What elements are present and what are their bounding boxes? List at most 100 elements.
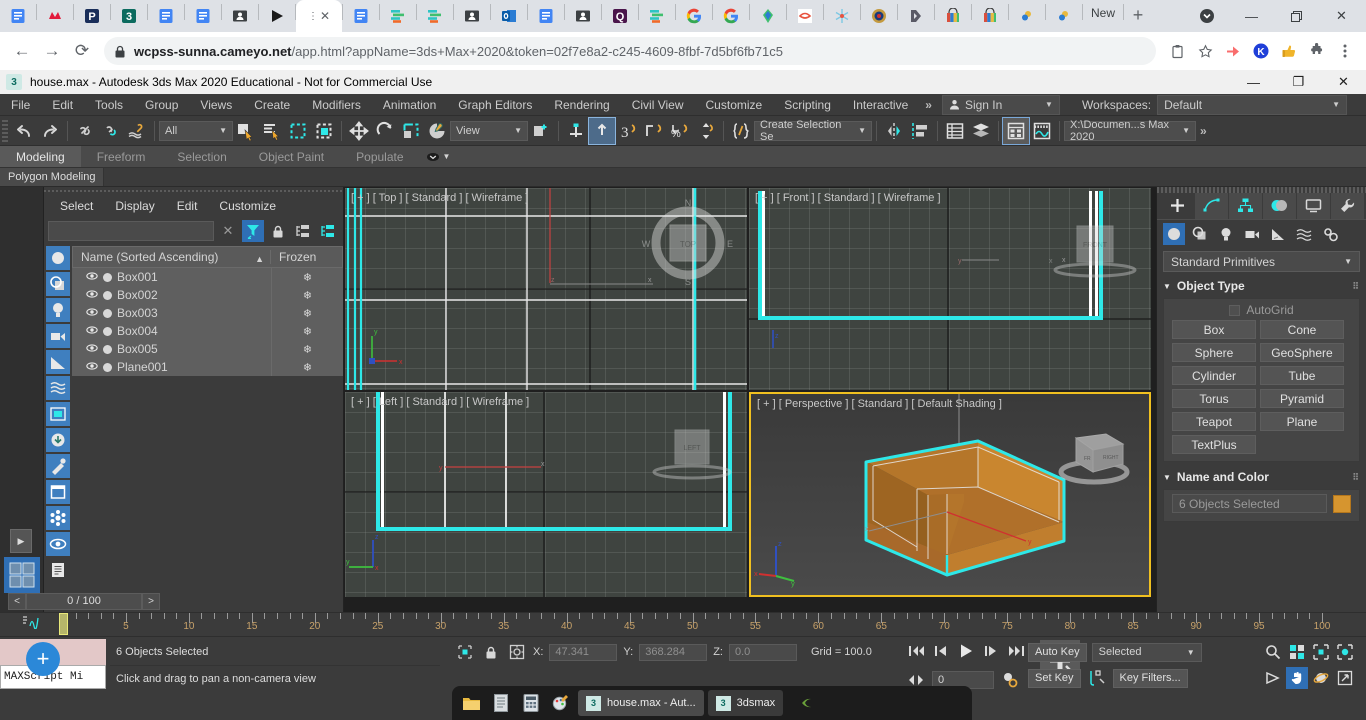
eye-icon[interactable] (86, 288, 98, 303)
prev-frame-icon[interactable] (930, 640, 952, 662)
list-view-icon[interactable] (46, 558, 70, 582)
select-and-place-icon[interactable] (424, 118, 450, 144)
modify-tab[interactable] (1195, 193, 1228, 219)
coord-y-field[interactable]: 368.284 (639, 643, 708, 661)
menu-item-group[interactable]: Group (134, 94, 189, 116)
bookmark-star-icon[interactable] (1192, 38, 1218, 64)
row-name-cell[interactable]: Box003 (72, 304, 271, 322)
browser-tab[interactable] (639, 0, 675, 32)
browser-tab[interactable] (148, 0, 184, 32)
prev-frame-button[interactable]: < (8, 592, 26, 610)
reference-coordinate-system-dropdown[interactable]: View ▼ (450, 120, 528, 141)
ribbon-tab-object-paint[interactable]: Object Paint (243, 146, 340, 167)
browser-tab[interactable] (861, 0, 897, 32)
go-to-end-icon[interactable] (1005, 640, 1027, 662)
viewport-front[interactable]: y x z FRONT x [ + ] [ Front] [Standard… (749, 188, 1151, 390)
sign-in-button[interactable]: Sign In ▼ (941, 94, 1060, 115)
menu-item-create[interactable]: Create (243, 94, 301, 116)
menu-item-animation[interactable]: Animation (372, 94, 447, 116)
cameras-filter-icon[interactable] (46, 324, 70, 348)
bind-to-space-warp-icon[interactable] (124, 118, 150, 144)
absolute-relative-mode-icon[interactable] (507, 642, 527, 662)
object-button-geosphere[interactable]: GeoSphere (1260, 343, 1344, 362)
select-and-link-icon[interactable] (72, 118, 98, 144)
auto-key-button[interactable]: Auto Key (1028, 642, 1087, 662)
viewport-top[interactable]: z x y x TOP N S E W [+] [Top] [Stan… (345, 188, 747, 390)
edit-named-selection-sets-icon[interactable] (728, 118, 754, 144)
coord-x-field[interactable]: 47.341 (549, 643, 618, 661)
object-button-teapot[interactable]: Teapot (1172, 412, 1256, 431)
track-view-icon[interactable] (22, 615, 42, 629)
browser-tab[interactable] (750, 0, 786, 32)
menu-item-edit[interactable]: Edit (41, 94, 84, 116)
visibility-filter-icon[interactable] (46, 532, 70, 556)
project-folder-dropdown[interactable]: X:\Documen...s Max 2020 ▼ (1064, 119, 1196, 143)
row-name-cell[interactable]: Box002 (72, 286, 271, 304)
menu-item-scripting[interactable]: Scripting (773, 94, 842, 116)
window-crossing-toggle-icon[interactable] (311, 118, 337, 144)
next-frame-icon[interactable] (980, 640, 1002, 662)
zoom-all-icon[interactable] (1286, 641, 1308, 663)
helpers-filter-icon[interactable] (46, 350, 70, 374)
viewport-left[interactable]: y x z y x LEFT [+] [Left] [Standard… (345, 392, 747, 597)
row-frozen-cell[interactable]: ❄ (271, 304, 343, 322)
scene-explorer-menu-customize[interactable]: Customize (219, 199, 276, 213)
browser-tab[interactable] (417, 0, 453, 32)
redo-icon[interactable] (37, 118, 63, 144)
notepad-icon[interactable] (488, 690, 514, 716)
key-filter-selection-dropdown[interactable]: Selected ▼ (1091, 642, 1202, 662)
panel-grip[interactable] (44, 187, 343, 194)
new-tab-button[interactable]: + (1124, 1, 1152, 29)
browser-tab[interactable] (454, 0, 490, 32)
browser-tab[interactable] (713, 0, 749, 32)
object-button-cone[interactable]: Cone (1260, 320, 1344, 339)
particle-filter-icon[interactable] (46, 506, 70, 530)
groups-filter-icon[interactable] (46, 402, 70, 426)
viewport-top-label[interactable]: [ + ] [ Top ] [ Standard ] [ Wireframe ] (351, 192, 528, 204)
object-button-cylinder[interactable]: Cylinder (1172, 366, 1256, 385)
row-name-cell[interactable]: Box004 (72, 322, 271, 340)
material-editor-icon[interactable] (1002, 116, 1030, 145)
lock-icon[interactable] (267, 220, 289, 242)
display-tab[interactable] (1297, 193, 1330, 219)
frame-display[interactable]: 0 / 100 (26, 592, 142, 610)
select-and-rotate-icon[interactable] (372, 118, 398, 144)
nvidia-tray-icon[interactable] (795, 690, 821, 716)
zoom-extents-all-icon[interactable] (1334, 641, 1356, 663)
ribbon-tab-modeling[interactable]: Modeling (0, 146, 81, 167)
browser-tab[interactable] (676, 0, 712, 32)
select-and-move-icon[interactable] (346, 118, 372, 144)
toolbar-grip[interactable] (2, 119, 8, 142)
taskbar-window[interactable]: 3 3dsmax (707, 690, 784, 716)
color-dot-icon[interactable] (103, 272, 112, 282)
use-pivot-point-center-icon[interactable] (528, 118, 554, 144)
column-header-frozen[interactable]: Frozen (270, 250, 342, 264)
clipboard-icon[interactable] (1164, 38, 1190, 64)
clear-search-icon[interactable]: ✕ (217, 220, 239, 242)
color-dot-icon[interactable] (103, 290, 112, 300)
menu-item-graph-editors[interactable]: Graph Editors (447, 94, 543, 116)
time-slider-handle[interactable] (59, 613, 68, 635)
autogrid-checkbox[interactable] (1229, 304, 1241, 316)
layer-explorer-icon[interactable] (942, 118, 968, 144)
browser-tab[interactable] (222, 0, 258, 32)
add-floating-button[interactable]: + (26, 642, 60, 676)
menu-item-interactive[interactable]: Interactive (842, 94, 919, 116)
spinner-snap-toggle-icon[interactable]: % (667, 118, 693, 144)
row-frozen-cell[interactable]: ❄ (271, 286, 343, 304)
eye-icon[interactable] (86, 324, 98, 339)
eye-icon[interactable] (86, 342, 98, 357)
object-button-torus[interactable]: Torus (1172, 389, 1256, 408)
viewport-left-label[interactable]: [ + ] [ Left ] [ Standard ] [ Wireframe … (351, 396, 529, 408)
back-button[interactable]: ← (8, 37, 36, 65)
filter-icon[interactable] (242, 220, 264, 242)
lock-selection-icon[interactable] (481, 642, 501, 662)
menu-item-tools[interactable]: Tools (84, 94, 134, 116)
browser-tab[interactable] (491, 0, 527, 32)
browser-tab[interactable] (935, 0, 971, 32)
max-close-button[interactable]: ✕ (1321, 70, 1366, 94)
browser-tab[interactable] (824, 0, 860, 32)
lights-filter-icon[interactable] (46, 298, 70, 322)
key-mode-toggle-icon[interactable] (999, 669, 1021, 691)
undo-icon[interactable] (11, 118, 37, 144)
